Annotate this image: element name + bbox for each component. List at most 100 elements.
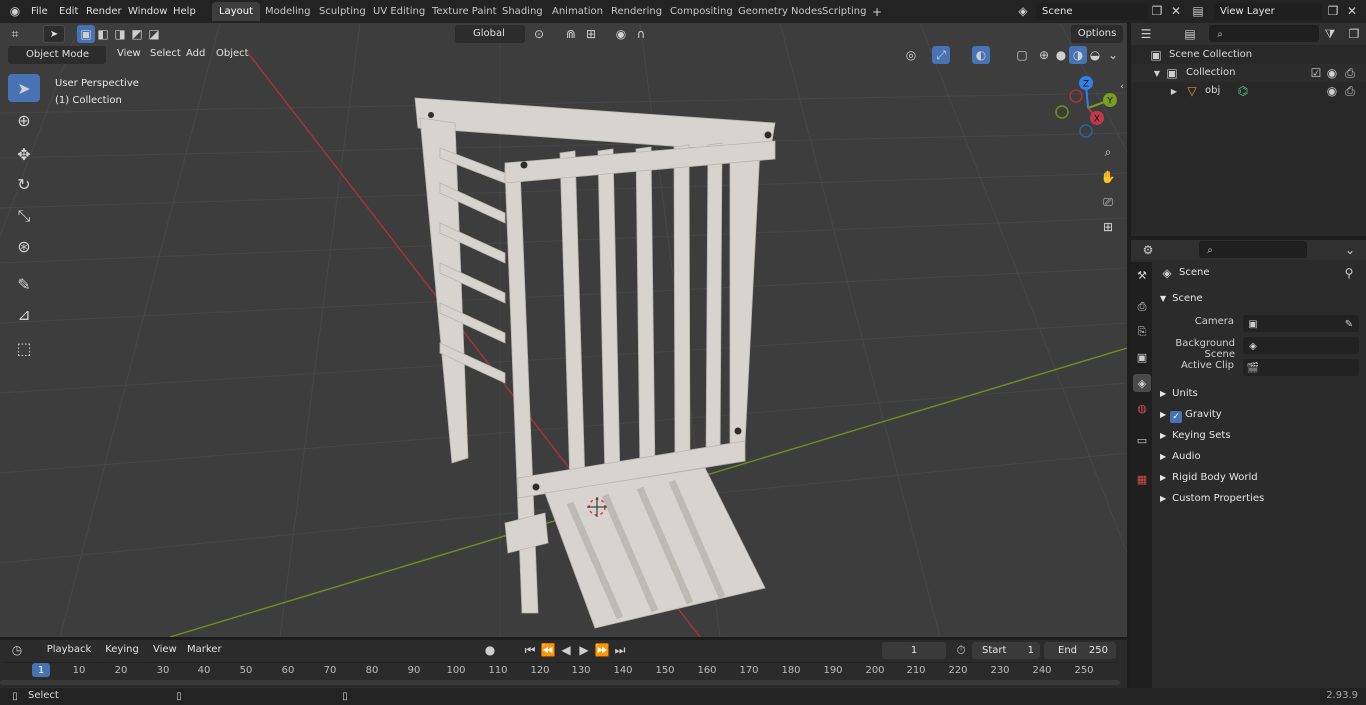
transform-tool-icon[interactable]: ⊛ [8, 232, 40, 260]
tab-modeling[interactable]: Modeling [258, 2, 318, 21]
tab-uv-editing[interactable]: UV Editing [366, 2, 432, 21]
overlays-icon[interactable]: ◐ [972, 46, 990, 64]
tab-rendering[interactable]: Rendering [604, 2, 669, 21]
viewport-menu-add[interactable]: Add [181, 45, 210, 62]
tab-shading[interactable]: Shading [495, 2, 550, 21]
timeline-scrollbar[interactable] [0, 680, 1120, 685]
jump-end-icon[interactable]: ⏭ [611, 641, 629, 659]
scene-tab-icon[interactable]: ◈ [1133, 374, 1151, 392]
wireframe-shading-icon[interactable]: ⊕ [1035, 46, 1053, 64]
outliner-row-obj[interactable]: ▶ ▽ obj ⌬ ◉ ⎙ [1131, 82, 1366, 100]
tab-texture-paint[interactable]: Texture Paint [425, 2, 504, 21]
material-shading-icon[interactable]: ◑ [1069, 46, 1087, 64]
start-frame-field[interactable]: Start 1 [972, 642, 1040, 659]
options-dropdown[interactable]: Options [1071, 25, 1123, 43]
cursor-tool-icon[interactable]: ⊕ [8, 106, 40, 134]
tab-animation[interactable]: Animation [545, 2, 610, 21]
properties-editor-icon[interactable]: ⚙ [1139, 241, 1157, 259]
select-box-tool-icon[interactable]: ➤ [8, 74, 40, 102]
ortho-toggle-icon[interactable]: ⊞ [1097, 216, 1119, 238]
record-icon[interactable]: ● [481, 641, 499, 659]
collection-tab-icon[interactable]: ▭ [1133, 431, 1151, 449]
pivot-icon[interactable]: ⊙ [530, 25, 548, 43]
collection-render-icon[interactable]: ⎙ [1341, 64, 1359, 82]
eyedropper-icon[interactable]: ✎ [1340, 315, 1358, 333]
panel-keying-sets[interactable]: ▶ Keying Sets [1160, 427, 1360, 445]
pin-icon[interactable]: ⚲ [1340, 264, 1358, 282]
viewport-menu-object[interactable]: Object [211, 45, 254, 62]
timeline-editor-icon[interactable]: ◷ [8, 641, 26, 659]
select-invert-icon[interactable]: ◩ [128, 25, 146, 43]
prev-keyframe-icon[interactable]: ⏪ [539, 641, 557, 659]
panel-audio[interactable]: ▶ Audio [1160, 448, 1360, 466]
world-tab-icon[interactable]: ◍ [1133, 399, 1151, 417]
mesh-data-icon[interactable]: ⌬ [1234, 82, 1252, 100]
delete-view-layer-icon[interactable]: ✕ [1343, 2, 1361, 20]
viewport-menu-view[interactable]: View [112, 45, 146, 62]
panel-gravity[interactable]: ▶ ✓ Gravity [1160, 406, 1360, 424]
gravity-checkbox[interactable]: ✓ [1170, 411, 1183, 423]
snap-target-icon[interactable]: ⊞ [582, 25, 600, 43]
collection-eye-icon[interactable]: ◉ [1323, 64, 1341, 82]
current-frame-field[interactable]: 1 [882, 642, 946, 659]
scene-section-header[interactable]: ▼ Scene [1160, 290, 1360, 308]
blender-logo-icon[interactable]: ◉ [6, 2, 24, 20]
move-tool-icon[interactable]: ✥ [8, 140, 40, 168]
snap-icon[interactable]: ⋒ [562, 25, 580, 43]
delete-scene-icon[interactable]: ✕ [1167, 2, 1185, 20]
tool-tab-icon[interactable]: ⚒ [1133, 266, 1151, 284]
outliner-editor-icon[interactable]: ☰ [1137, 25, 1155, 43]
mode-dropdown[interactable]: Object Mode [8, 46, 106, 64]
scene-selector-icon[interactable]: ◈ [1014, 2, 1032, 20]
object-render-icon[interactable]: ⎙ [1341, 82, 1359, 100]
rendered-shading-icon[interactable]: ◒ [1086, 46, 1104, 64]
menu-render[interactable]: Render [81, 3, 127, 20]
properties-options-icon[interactable]: ⌄ [1341, 241, 1359, 259]
add-workspace-icon[interactable]: + [868, 3, 886, 21]
select-subtract-icon[interactable]: ◨ [111, 25, 129, 43]
orientation-dropdown[interactable]: Global [455, 25, 525, 43]
navigation-gizmo[interactable]: Z Y X [1052, 72, 1124, 144]
xray-icon[interactable]: ▢ [1013, 46, 1031, 64]
sidebar-toggle-icon[interactable]: ‹ [1117, 78, 1127, 96]
new-view-layer-icon[interactable]: ❐ [1324, 2, 1342, 20]
annotate-tool-icon[interactable]: ✎ [8, 270, 40, 298]
end-frame-field[interactable]: End 250 [1044, 642, 1116, 659]
view-layer-field[interactable]: View Layer [1214, 3, 1322, 20]
crate-model[interactable] [414, 97, 776, 629]
tool-select-icon[interactable]: ➤ [43, 25, 65, 43]
render-tab-icon[interactable]: ⎙ [1133, 298, 1151, 316]
proportional-edit-icon[interactable]: ◉ [612, 25, 630, 43]
expand-object-icon[interactable]: ▶ [1165, 82, 1183, 100]
texture-tab-icon[interactable]: ▦ [1133, 470, 1151, 488]
timeline-menu-playback[interactable]: Playback [41, 641, 97, 659]
outliner-row-scene-collection[interactable]: ▣ Scene Collection [1131, 46, 1366, 64]
tab-compositing[interactable]: Compositing [663, 2, 740, 21]
object-eye-icon[interactable]: ◉ [1323, 82, 1341, 100]
3d-viewport[interactable] [0, 23, 1127, 637]
measure-tool-icon[interactable]: ⊿ [8, 300, 40, 328]
panel-units[interactable]: ▶ Units [1160, 385, 1360, 403]
add-cube-tool-icon[interactable]: ⬚ [8, 334, 40, 362]
solid-shading-icon[interactable]: ● [1052, 46, 1070, 64]
tab-sculpting[interactable]: Sculpting [312, 2, 373, 21]
rotate-tool-icon[interactable]: ↻ [8, 170, 40, 198]
zoom-icon[interactable]: ⌕ [1097, 141, 1119, 163]
falloff-icon[interactable]: ∩ [632, 25, 650, 43]
pan-hand-icon[interactable]: ✋ [1097, 166, 1119, 188]
filter-icon[interactable]: ⧩ [1321, 25, 1339, 43]
gizmo-toggle-icon[interactable]: ⤢ [932, 46, 950, 64]
visibility-icon[interactable]: ◎ [902, 46, 920, 64]
panel-rigid-body-world[interactable]: ▶ Rigid Body World [1160, 469, 1360, 487]
shading-options-icon[interactable]: ⌄ [1104, 46, 1122, 64]
view-layer-icon[interactable]: ▤ [1189, 2, 1207, 20]
play-reverse-icon[interactable]: ◀ [557, 641, 575, 659]
outliner-row-collection[interactable]: ▼ ▣ Collection ☑ ◉ ⎙ [1131, 64, 1366, 82]
timeline-menu-marker[interactable]: Marker [182, 641, 227, 658]
display-mode-icon[interactable]: ▤ [1181, 25, 1199, 43]
play-icon[interactable]: ▶ [575, 641, 593, 659]
editor-type-icon[interactable]: ⌗ [6, 25, 24, 43]
scene-field[interactable]: Scene [1036, 3, 1148, 20]
jump-start-icon[interactable]: ⏮ [521, 641, 539, 659]
select-extend-icon[interactable]: ◧ [94, 25, 112, 43]
